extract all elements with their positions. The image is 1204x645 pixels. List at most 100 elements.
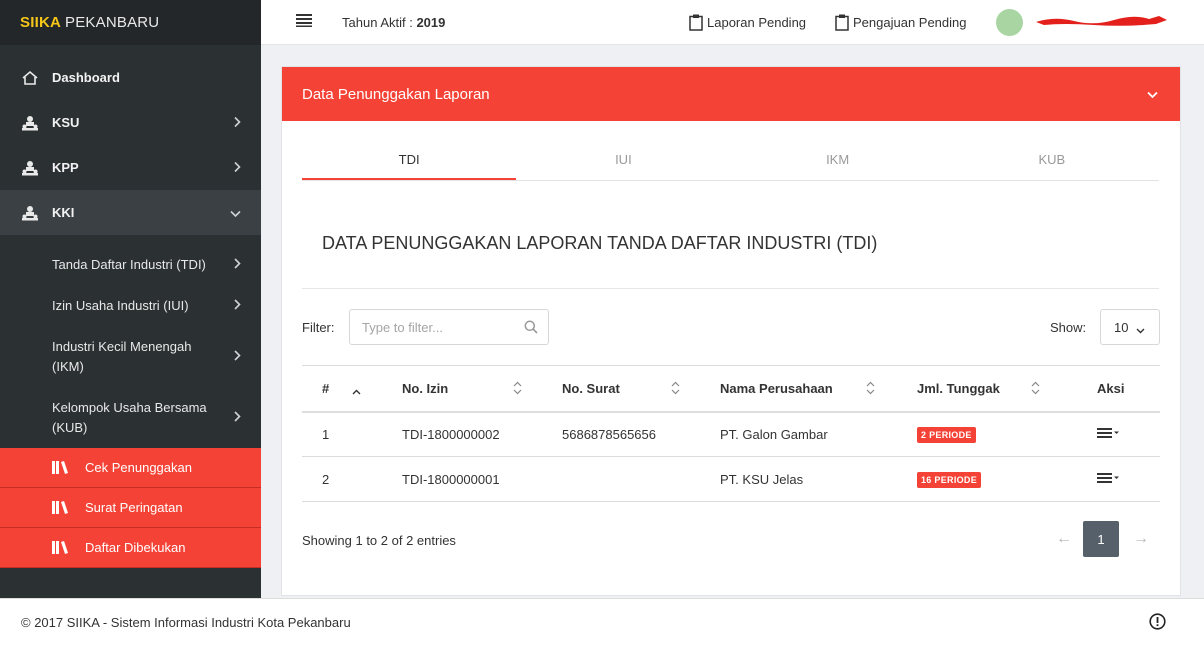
table-row: 2 TDI-1800000001 PT. KSU Jelas 16 PERIOD… <box>302 456 1160 502</box>
sidebar: SIIKA PEKANBARU Dashboard KSU KPP KKI Ta… <box>0 0 261 598</box>
status-badge: 16 PERIODE <box>917 471 982 488</box>
cell-no-surat: 5686878565656 <box>562 411 720 457</box>
sort-asc-icon <box>352 383 361 398</box>
redacted-username[interactable] <box>1034 13 1169 29</box>
chevron-right-icon <box>234 160 241 175</box>
sidebar-item-label: Daftar Dibekukan <box>85 540 186 555</box>
column-header-no-izin[interactable]: No. Izin <box>402 365 562 413</box>
cell-jml-tunggak: 2 PERIODE <box>917 411 1097 457</box>
section-title: DATA PENUNGGAKAN LAPORAN TANDA DAFTAR IN… <box>322 233 878 253</box>
sort-icon <box>1031 381 1040 398</box>
action-menu-button[interactable] <box>1097 472 1119 484</box>
column-header-nama-perusahaan[interactable]: Nama Perusahaan <box>720 365 917 413</box>
sidebar-sub-label: Izin Usaha Industri (IUI) <box>52 297 189 313</box>
tab-ikm[interactable]: IKM <box>731 141 945 180</box>
column-header-label: No. Izin <box>402 380 449 396</box>
page-size-select[interactable]: 10 <box>1100 309 1160 345</box>
pengajuan-pending-label: Pengajuan Pending <box>853 15 967 30</box>
hamburger-menu-icon[interactable] <box>296 14 312 30</box>
column-header-no-surat[interactable]: No. Surat <box>562 365 720 413</box>
sidebar-item-kki[interactable]: KKI <box>0 190 261 235</box>
sidebar-item-label: KPP <box>52 160 79 175</box>
column-header-num[interactable]: # <box>302 365 402 413</box>
column-header-jml-tunggak[interactable]: Jml. Tunggak <box>917 365 1097 413</box>
sidebar-sub-kub[interactable]: Kelompok Usaha Bersama (KUB) <box>0 387 261 448</box>
chevron-right-icon <box>234 347 241 367</box>
cell-no-izin: TDI-1800000002 <box>402 411 562 457</box>
column-header-label: Jml. Tunggak <box>917 380 1000 396</box>
sidebar-item-label: Cek Penunggakan <box>85 460 192 475</box>
show-label: Show: <box>1050 320 1087 335</box>
clipboard-icon <box>835 14 849 31</box>
chevron-down-icon[interactable] <box>1147 86 1158 103</box>
chevron-right-icon <box>234 115 241 130</box>
books-icon <box>52 501 70 514</box>
user-group-icon <box>20 205 40 221</box>
tab-kub[interactable]: KUB <box>945 141 1159 180</box>
sidebar-item-kpp[interactable]: KPP <box>0 145 261 190</box>
sidebar-sub-iui[interactable]: Izin Usaha Industri (IUI) <box>0 285 261 326</box>
sidebar-item-label: Dashboard <box>52 70 120 85</box>
tahun-aktif-label: Tahun Aktif : <box>342 14 413 30</box>
column-header-label: Aksi <box>1097 380 1125 396</box>
tab-iui[interactable]: IUI <box>516 141 730 180</box>
laporan-pending-label: Laporan Pending <box>707 15 807 30</box>
sort-icon <box>671 381 680 398</box>
sidebar-sub-tdi[interactable]: Tanda Daftar Industri (TDI) <box>0 244 261 285</box>
books-icon <box>52 461 70 474</box>
sidebar-item-label: KKI <box>52 205 75 220</box>
chevron-right-icon <box>234 408 241 428</box>
sidebar-sub-label: Industri Kecil Menengah (IKM) <box>52 338 192 374</box>
cell-no-surat <box>562 456 720 502</box>
footer-text: © 2017 SIIKA - Sistem Informasi Industri… <box>21 614 351 630</box>
column-header-label: Nama Perusahaan <box>720 380 833 396</box>
sidebar-sub-label: Tanda Daftar Industri (TDI) <box>52 256 206 272</box>
column-header-label: No. Surat <box>562 380 620 396</box>
pengajuan-pending-link[interactable]: Pengajuan Pending <box>835 0 967 45</box>
chevron-right-icon <box>234 255 241 275</box>
sidebar-item-ksu[interactable]: KSU <box>0 100 261 145</box>
cell-aksi <box>1097 456 1160 502</box>
brand-part2: PEKANBARU <box>65 14 160 31</box>
chevron-down-icon <box>1136 322 1145 337</box>
home-icon <box>20 70 40 86</box>
pagination-next-button[interactable]: → <box>1133 530 1149 548</box>
sidebar-sub-label: Kelompok Usaha Bersama (KUB) <box>52 399 207 435</box>
sidebar-item-cek-penunggakan[interactable]: Cek Penunggakan <box>0 448 261 488</box>
page-size-value: 10 <box>1114 319 1129 335</box>
sidebar-sub-ikm[interactable]: Industri Kecil Menengah (IKM) <box>0 326 261 387</box>
penunggakan-panel: Data Penunggakan Laporan TDI IUI IKM KUB… <box>281 66 1181 596</box>
action-menu-button[interactable] <box>1097 427 1119 439</box>
brand-part1: SIIKA <box>20 14 62 31</box>
table-header-row: # No. Izin No. Surat Nama Perusahaan Jml… <box>302 365 1160 413</box>
pagination-prev-button[interactable]: ← <box>1056 530 1072 548</box>
laporan-pending-link[interactable]: Laporan Pending <box>689 0 806 45</box>
avatar[interactable] <box>996 9 1023 36</box>
tab-bar: TDI IUI IKM KUB <box>302 141 1159 181</box>
filter-input[interactable] <box>362 319 512 335</box>
user-group-icon <box>20 160 40 176</box>
cell-num: 2 <box>302 456 402 502</box>
pagination-page-1[interactable]: 1 <box>1083 521 1119 557</box>
books-icon <box>52 541 70 554</box>
top-bar: Tahun Aktif : 2019 Laporan Pending Penga… <box>261 0 1204 45</box>
tab-tdi[interactable]: TDI <box>302 141 517 180</box>
penunggakan-table: # No. Izin No. Surat Nama Perusahaan Jml… <box>302 365 1160 502</box>
tahun-aktif: Tahun Aktif : 2019 <box>342 15 445 30</box>
sidebar-item-daftar-dibekukan[interactable]: Daftar Dibekukan <box>0 528 261 568</box>
filter-field[interactable] <box>349 309 549 345</box>
sidebar-item-surat-peringatan[interactable]: Surat Peringatan <box>0 488 261 528</box>
divider <box>302 288 1159 289</box>
sidebar-item-dashboard[interactable]: Dashboard <box>0 55 261 100</box>
sort-icon <box>866 381 875 398</box>
tahun-aktif-value: 2019 <box>416 14 446 30</box>
panel-header: Data Penunggakan Laporan <box>282 67 1180 121</box>
brand-logo[interactable]: SIIKA PEKANBARU <box>0 0 261 45</box>
user-group-icon <box>20 115 40 131</box>
showing-entries-text: Showing 1 to 2 of 2 entries <box>302 533 456 548</box>
sort-icon <box>513 381 522 398</box>
cell-aksi <box>1097 411 1160 457</box>
cell-jml-tunggak: 16 PERIODE <box>917 456 1097 502</box>
footer: © 2017 SIIKA - Sistem Informasi Industri… <box>0 598 1204 645</box>
info-icon[interactable] <box>1149 613 1166 633</box>
